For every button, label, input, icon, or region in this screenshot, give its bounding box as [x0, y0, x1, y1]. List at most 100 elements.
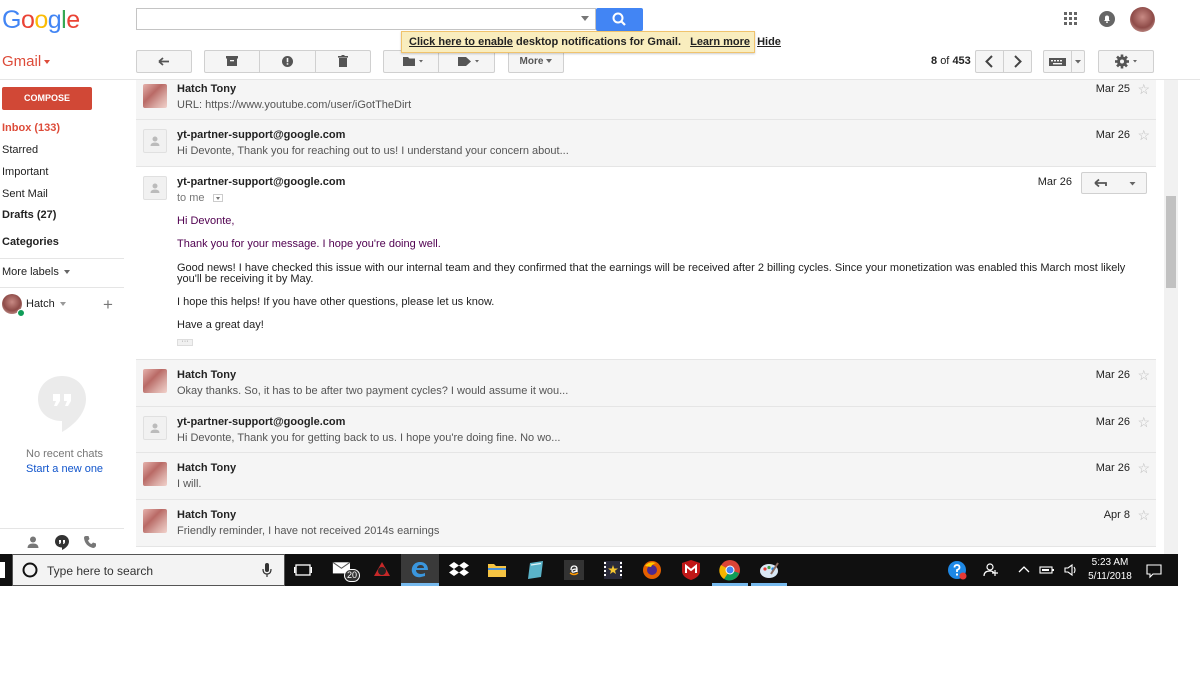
thread-message-collapsed[interactable]: Hatch Tony Okay thanks. So, it has to be… — [136, 360, 1156, 407]
recipient-details-icon[interactable] — [212, 194, 223, 203]
sidebar-divider — [0, 287, 124, 288]
game-app-icon[interactable] — [370, 558, 394, 582]
hide-link[interactable]: Hide — [757, 36, 781, 48]
star-icon[interactable]: ☆ — [1137, 460, 1150, 477]
apps-grid-icon[interactable] — [1064, 12, 1078, 26]
notes-app-icon[interactable] — [524, 558, 548, 582]
firefox-icon[interactable] — [640, 558, 664, 582]
hangouts-user-menu[interactable]: Hatch — [26, 298, 66, 310]
search-icon — [612, 12, 626, 26]
show-trimmed-content-button[interactable]: ··· — [177, 338, 193, 346]
archive-button[interactable] — [204, 50, 260, 73]
volume-icon[interactable] — [1059, 558, 1083, 582]
more-labels-toggle[interactable]: More labels — [2, 266, 70, 278]
email-body-signoff: Have a great day! — [177, 319, 264, 331]
more-reply-options-button[interactable] — [1120, 172, 1147, 194]
conversation-thread: Hatch Tony URL: https://www.youtube.com/… — [136, 80, 1156, 554]
reply-button[interactable] — [1081, 172, 1121, 194]
compose-button[interactable]: COMPOSE — [2, 87, 92, 110]
learn-more-link[interactable]: Learn more — [690, 36, 750, 48]
spam-icon — [282, 56, 293, 67]
microphone-icon[interactable] — [262, 563, 272, 578]
no-recent-chats-text: No recent chats — [26, 448, 104, 460]
google-logo[interactable]: Google — [2, 6, 80, 35]
pager-current: 8 — [931, 55, 938, 67]
people-icon[interactable] — [979, 558, 1003, 582]
sidebar-item-inbox[interactable]: Inbox (133) — [2, 122, 60, 134]
hangouts-quote-icon[interactable] — [54, 534, 70, 550]
phone-icon[interactable] — [83, 535, 97, 549]
taskbar-search-input[interactable]: Type here to search — [12, 554, 285, 586]
clock-time[interactable]: 5:23 AM — [1085, 557, 1135, 568]
message-sender: Hatch Tony — [177, 462, 237, 474]
task-view-icon[interactable] — [291, 558, 315, 582]
archive-icon — [226, 56, 238, 66]
message-snippet: Hi Devonte, Thank you for reaching out t… — [177, 145, 569, 157]
show-hidden-icons-chevron-icon[interactable] — [1012, 558, 1036, 582]
thread-message-collapsed[interactable]: Hatch Tony I will. Mar 26 ☆ — [136, 453, 1156, 500]
labels-button[interactable] — [438, 50, 495, 73]
thread-message-collapsed[interactable]: Hatch Tony URL: https://www.youtube.com/… — [136, 80, 1156, 120]
online-status-dot — [17, 309, 25, 317]
star-icon[interactable]: ☆ — [1137, 414, 1150, 431]
star-icon[interactable]: ☆ — [1137, 367, 1150, 384]
keyboard-icon — [1049, 58, 1066, 66]
more-actions-button[interactable]: More — [508, 50, 564, 73]
gmail-menu[interactable]: Gmail — [2, 53, 51, 70]
star-icon[interactable]: ☆ — [1137, 507, 1150, 524]
thread-message-collapsed[interactable]: yt-partner-support@google.com Hi Devonte… — [136, 407, 1156, 453]
search-button[interactable] — [596, 8, 643, 31]
older-button[interactable] — [1003, 50, 1032, 73]
star-icon[interactable]: ☆ — [1137, 81, 1150, 98]
clock-date[interactable]: 5/11/2018 — [1085, 571, 1135, 582]
file-explorer-icon[interactable] — [485, 558, 509, 582]
contacts-person-icon[interactable] — [26, 535, 40, 549]
move-to-button[interactable] — [383, 50, 439, 73]
vertical-scrollbar[interactable] — [1164, 80, 1178, 554]
paint-open-underline — [751, 583, 787, 586]
paint-app-icon[interactable] — [757, 558, 781, 582]
amazon-app-icon[interactable] — [562, 558, 586, 582]
sidebar-item-drafts[interactable]: Drafts (27) — [2, 209, 56, 221]
windows-start-icon[interactable] — [0, 562, 8, 578]
chrome-icon[interactable] — [718, 558, 742, 582]
search-options-icon[interactable] — [581, 16, 589, 21]
desktop-notification-banner: Click here to enable desktop notificatio… — [401, 31, 781, 53]
dropbox-icon[interactable] — [447, 558, 471, 582]
message-date: Mar 26 — [1095, 129, 1130, 141]
search-input[interactable] — [136, 8, 596, 30]
start-new-chat-link[interactable]: Start a new one — [26, 463, 103, 475]
report-spam-button[interactable] — [259, 50, 316, 73]
folder-icon — [403, 57, 423, 66]
settings-button[interactable] — [1098, 50, 1154, 73]
mcafee-icon[interactable] — [679, 558, 703, 582]
newer-button[interactable] — [975, 50, 1004, 73]
input-tools-button[interactable] — [1043, 50, 1072, 73]
sidebar-item-sent[interactable]: Sent Mail — [2, 188, 48, 200]
back-button[interactable] — [136, 50, 192, 73]
recipient-line[interactable]: to me — [177, 192, 223, 204]
new-chat-plus-icon[interactable]: + — [103, 295, 113, 315]
sidebar-item-starred[interactable]: Starred — [2, 144, 38, 156]
cortana-circle-icon — [22, 562, 38, 578]
email-body-greeting: Hi Devonte, — [177, 215, 235, 227]
logo-letter: o — [34, 6, 48, 34]
thread-message-collapsed[interactable]: Hatch Tony Friendly reminder, I have not… — [136, 500, 1156, 547]
user-avatar[interactable] — [1130, 7, 1155, 32]
input-tools-menu[interactable] — [1071, 50, 1085, 73]
email-body-paragraph: I hope this helps! If you have other que… — [177, 296, 495, 308]
battery-icon[interactable] — [1035, 558, 1059, 582]
notification-text: desktop notifications for Gmail. — [516, 36, 682, 48]
star-icon[interactable]: ☆ — [1137, 127, 1150, 144]
action-center-icon[interactable] — [1142, 558, 1166, 582]
help-icon[interactable] — [945, 558, 969, 582]
enable-notifications-link[interactable]: Click here to enable — [409, 36, 513, 48]
edge-browser-icon[interactable] — [408, 558, 432, 582]
movie-app-icon[interactable] — [601, 558, 625, 582]
notifications-bell-icon[interactable] — [1099, 11, 1115, 27]
sidebar-categories[interactable]: Categories — [2, 236, 59, 248]
sidebar-item-important[interactable]: Important — [2, 166, 48, 178]
scrollbar-thumb[interactable] — [1166, 196, 1176, 288]
delete-button[interactable] — [315, 50, 371, 73]
thread-message-collapsed[interactable]: yt-partner-support@google.com Hi Devonte… — [136, 120, 1156, 167]
